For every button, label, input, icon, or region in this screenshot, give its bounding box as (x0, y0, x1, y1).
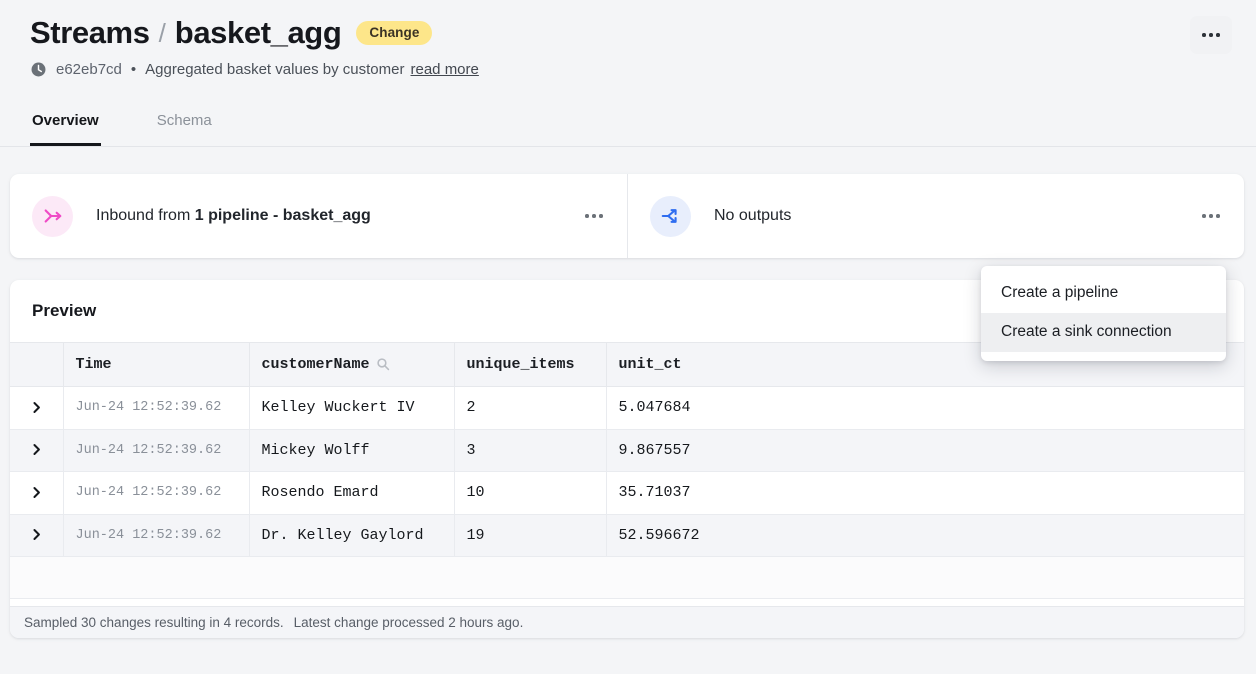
outputs-more-options-button[interactable] (1198, 204, 1224, 228)
cell-customername: Rosendo Emard (249, 471, 455, 515)
separator-dot: • (130, 61, 137, 78)
page-title: basket_agg (174, 15, 342, 50)
table-row[interactable]: Jun-24 12:52:39.62 Mickey Wolff 3 9.867557 (10, 429, 1244, 472)
chevron-right-icon[interactable] (29, 527, 44, 542)
search-icon[interactable] (376, 357, 390, 371)
row-expand-button[interactable] (10, 471, 64, 515)
inbound-card[interactable]: Inbound from 1 pipeline - basket_agg (10, 174, 627, 258)
cell-time: Jun-24 12:52:39.62 (63, 386, 250, 430)
read-more-link[interactable]: read more (411, 61, 479, 78)
preview-footer: Sampled 30 changes resulting in 4 record… (10, 606, 1244, 638)
page-subtitle: e62eb7cd • Aggregated basket values by c… (30, 61, 1232, 78)
more-options-icon (1216, 33, 1220, 37)
stream-description: Aggregated basket values by customer (145, 61, 405, 78)
row-expand-button[interactable] (10, 514, 64, 557)
stream-detail-page: Streams / basket_agg Change e62eb7cd • A… (0, 0, 1256, 674)
cell-unique-items: 19 (454, 514, 607, 557)
row-expand-button[interactable] (10, 386, 64, 430)
more-options-icon (1216, 214, 1220, 218)
page-more-options-button[interactable] (1190, 16, 1232, 54)
status-badge: Change (356, 20, 433, 46)
tab-schema[interactable]: Schema (155, 104, 214, 146)
table-row[interactable]: Jun-24 12:52:39.62 Kelley Wuckert IV 2 5.04… (10, 386, 1244, 430)
cell-unit-ct: 9.867557 (606, 429, 1244, 472)
breadcrumb: Streams / basket_agg Change (30, 14, 1232, 52)
menu-item-create-sink-connection[interactable]: Create a sink connection (981, 313, 1226, 352)
outputs-card-label: No outputs (714, 207, 1198, 225)
chevron-right-icon[interactable] (29, 442, 44, 457)
cell-unique-items: 3 (454, 429, 607, 472)
split-arrow-icon (650, 195, 691, 237)
table-row[interactable]: Jun-24 12:52:39.62 Rosendo Emard 10 35.7103… (10, 471, 1244, 515)
footer-latest-text: Latest change processed 2 hours ago. (293, 615, 524, 630)
more-options-icon (585, 214, 589, 218)
more-options-icon (599, 214, 603, 218)
table-empty-row (10, 556, 1244, 599)
cell-unique-items: 2 (454, 386, 607, 430)
preview-title: Preview (32, 301, 97, 320)
inbound-more-options-button[interactable] (581, 204, 607, 228)
cell-customername: Dr. Kelley Gaylord (249, 514, 455, 557)
cell-unit-ct: 5.047684 (606, 386, 1244, 430)
more-options-icon (1209, 33, 1213, 37)
more-options-icon (592, 214, 596, 218)
inbound-card-label: Inbound from 1 pipeline - basket_agg (96, 207, 581, 225)
outputs-text: No outputs (714, 207, 792, 224)
tab-bar: Overview Schema (0, 104, 1256, 147)
column-header-customername-label: customerName (261, 355, 370, 373)
chevron-right-icon[interactable] (29, 485, 44, 500)
cell-customername: Mickey Wolff (249, 429, 455, 472)
column-header-unique-items[interactable]: unique_items (454, 342, 607, 387)
column-header-time[interactable]: Time (63, 342, 250, 387)
cell-customername: Kelley Wuckert IV (249, 386, 455, 430)
column-header-expand (10, 342, 64, 387)
more-options-icon (1202, 33, 1206, 37)
merge-arrow-icon (32, 195, 73, 237)
preview-table: Time customerName unique_items unit_ct J… (10, 342, 1244, 599)
chevron-right-icon[interactable] (29, 400, 44, 415)
inbound-prefix: Inbound from (96, 207, 195, 224)
cell-time: Jun-24 12:52:39.62 (63, 514, 250, 557)
outputs-card[interactable]: No outputs (627, 174, 1244, 258)
stream-hash: e62eb7cd (56, 61, 122, 78)
column-header-customername[interactable]: customerName (249, 342, 455, 387)
inbound-source: 1 pipeline - basket_agg (194, 207, 371, 224)
page-header: Streams / basket_agg Change e62eb7cd • A… (0, 0, 1256, 78)
more-options-icon (1202, 214, 1206, 218)
footer-sampled-text: Sampled 30 changes resulting in 4 record… (24, 615, 284, 630)
more-options-icon (1209, 214, 1213, 218)
table-row[interactable]: Jun-24 12:52:39.62 Dr. Kelley Gaylord 19 52… (10, 514, 1244, 557)
clock-icon (31, 62, 46, 77)
cell-unit-ct: 52.596672 (606, 514, 1244, 557)
outputs-context-menu: Create a pipeline Create a sink connecti… (981, 266, 1226, 361)
breadcrumb-parent[interactable]: Streams (30, 14, 150, 52)
cell-time: Jun-24 12:52:39.62 (63, 429, 250, 472)
menu-item-create-pipeline[interactable]: Create a pipeline (981, 274, 1226, 313)
table-body: Jun-24 12:52:39.62 Kelley Wuckert IV 2 5.04… (10, 386, 1244, 599)
tab-overview[interactable]: Overview (30, 104, 101, 146)
cell-time: Jun-24 12:52:39.62 (63, 471, 250, 515)
cell-unit-ct: 35.71037 (606, 471, 1244, 515)
connections-card-group: Inbound from 1 pipeline - basket_agg No … (10, 174, 1244, 258)
cell-unique-items: 10 (454, 471, 607, 515)
row-expand-button[interactable] (10, 429, 64, 472)
table-empty-cell (10, 556, 1244, 599)
breadcrumb-separator: / (158, 18, 166, 48)
